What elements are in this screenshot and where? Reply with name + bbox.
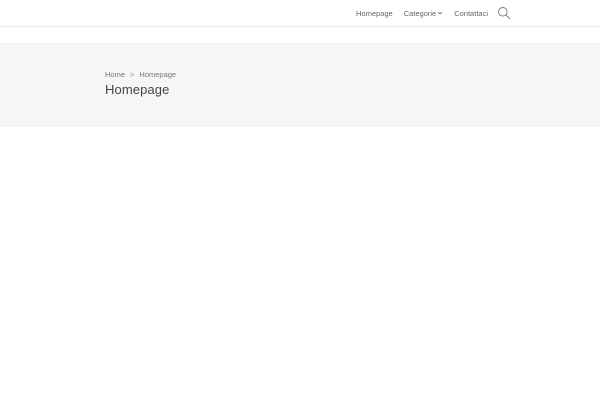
nav-item-label: Homepage bbox=[355, 8, 393, 18]
nav-item-homepage[interactable]: Homepage bbox=[356, 9, 393, 18]
search-icon[interactable] bbox=[497, 6, 511, 20]
nav-item-label: Categorie bbox=[403, 8, 437, 18]
chevron-down-icon bbox=[437, 11, 443, 15]
breadcrumb-current: Homepage bbox=[139, 70, 177, 79]
nav-item-contattaci[interactable]: Contattaci bbox=[454, 9, 488, 18]
breadcrumb: Home > Homepage bbox=[105, 70, 176, 79]
page-title: Homepage bbox=[105, 82, 170, 97]
main-menu: Homepage Categorie Contattaci bbox=[356, 0, 488, 26]
page-header-banner: Home > Homepage Homepage bbox=[0, 43, 600, 126]
breadcrumb-separator: > bbox=[130, 70, 135, 79]
top-navigation-bar: Homepage Categorie Contattaci bbox=[0, 0, 600, 27]
breadcrumb-home-link[interactable]: Home bbox=[105, 70, 125, 79]
nav-item-label: Contattaci bbox=[454, 8, 488, 18]
nav-item-categorie[interactable]: Categorie bbox=[404, 9, 444, 18]
